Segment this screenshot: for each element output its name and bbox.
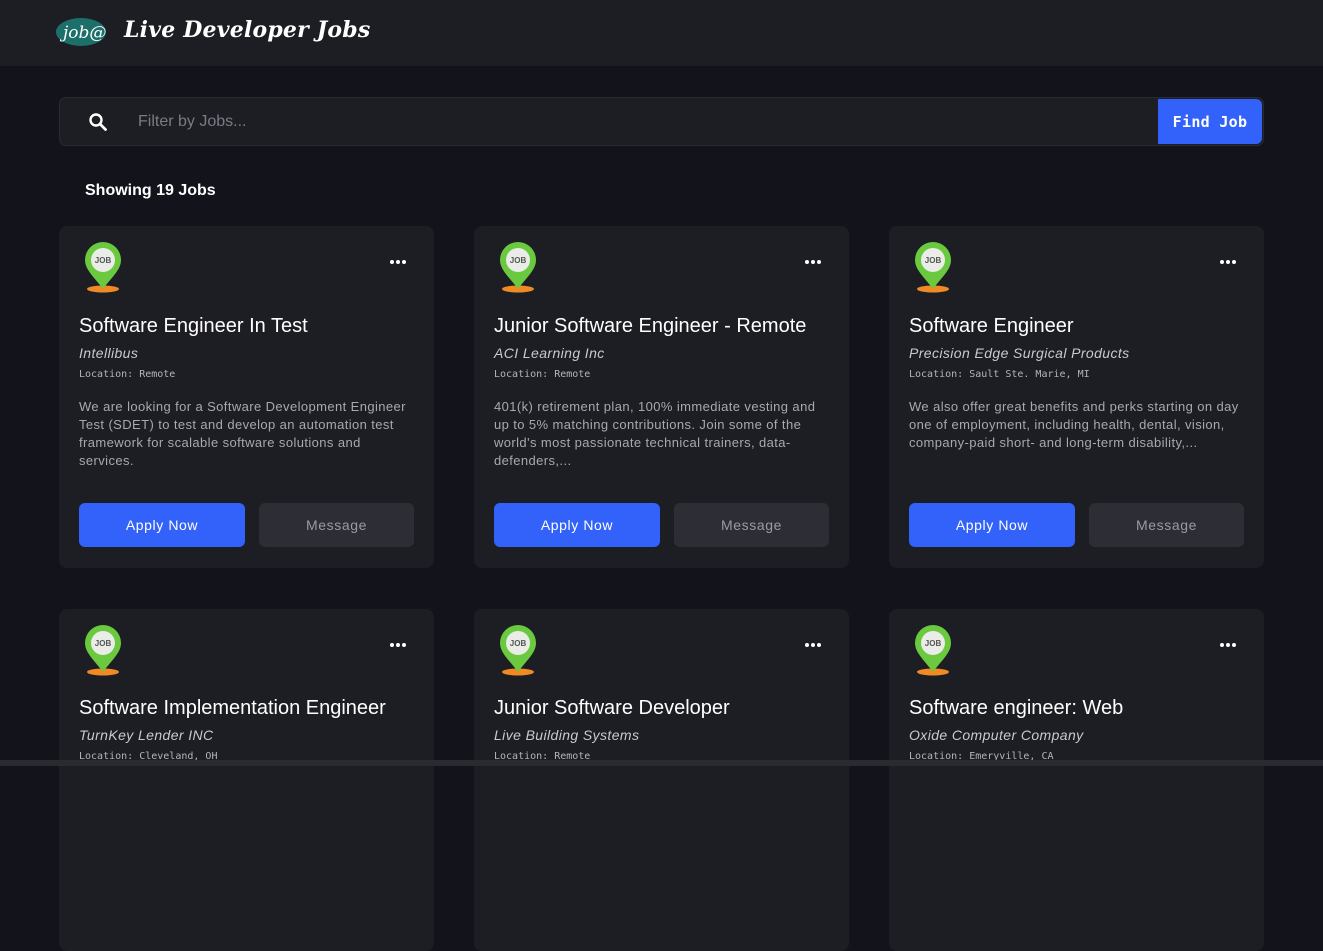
more-options-icon[interactable] — [1220, 260, 1242, 270]
pin-icon-label: JOB — [510, 256, 527, 265]
search-input[interactable] — [126, 106, 1146, 138]
app-title: Live Developer Jobs — [124, 17, 371, 43]
job-pin-icon: JOB — [85, 242, 121, 293]
apply-now-button[interactable]: Apply Now — [494, 503, 660, 547]
pin-icon-label: JOB — [95, 256, 112, 265]
company-name: ACI Learning Inc — [494, 345, 605, 361]
job-card: JOB Software Implementation Engineer Tur… — [59, 609, 434, 951]
job-description: We also offer great benefits and perks s… — [909, 399, 1239, 450]
job-card: JOB Software Engineer Precision Edge Sur… — [889, 226, 1264, 568]
pin-icon-label: JOB — [925, 639, 942, 648]
job-title[interactable]: Software Engineer — [909, 315, 1249, 338]
search-bar: Find Job — [59, 97, 1264, 146]
job-card: JOB Software Engineer In Test Intellibus… — [59, 226, 434, 568]
pin-icon-label: JOB — [925, 256, 942, 265]
job-title[interactable]: Junior Software Developer — [494, 697, 834, 720]
more-options-icon[interactable] — [1220, 643, 1242, 653]
job-pin-icon: JOB — [500, 242, 536, 293]
job-pin-icon: JOB — [915, 625, 951, 676]
company-name: Intellibus — [79, 345, 139, 361]
pin-icon-label: JOB — [95, 639, 112, 648]
job-description: We are looking for a Software Developmen… — [79, 399, 406, 468]
job-title[interactable]: Software engineer: Web — [909, 697, 1249, 720]
company-name: TurnKey Lender INC — [79, 727, 214, 743]
job-location: Location: Remote — [494, 369, 591, 380]
logo-text: job@ — [59, 23, 106, 43]
job-location: Location: Sault Ste. Marie, MI — [909, 369, 1090, 380]
job-title[interactable]: Software Engineer In Test — [79, 315, 419, 338]
message-button[interactable]: Message — [1089, 503, 1244, 547]
job-location: Location: Remote — [79, 369, 176, 380]
search-icon — [89, 113, 107, 131]
company-name: Precision Edge Surgical Products — [909, 345, 1130, 361]
job-card: JOB Junior Software Developer Live Build… — [474, 609, 849, 951]
message-button[interactable]: Message — [259, 503, 414, 547]
job-pin-icon: JOB — [85, 625, 121, 676]
more-options-icon[interactable] — [390, 260, 412, 270]
company-name: Live Building Systems — [494, 727, 640, 743]
job-title[interactable]: Junior Software Engineer - Remote — [494, 315, 834, 338]
job-logo-icon[interactable]: job@ — [55, 15, 113, 47]
find-job-button[interactable]: Find Job — [1158, 99, 1262, 144]
message-button[interactable]: Message — [674, 503, 829, 547]
pin-icon-label: JOB — [510, 639, 527, 648]
apply-now-button[interactable]: Apply Now — [79, 503, 245, 547]
job-pin-icon: JOB — [915, 242, 951, 293]
job-description: 401(k) retirement plan, 100% immediate v… — [494, 399, 816, 468]
job-title[interactable]: Software Implementation Engineer — [79, 697, 419, 720]
horizontal-scrollbar[interactable] — [0, 760, 1323, 766]
more-options-icon[interactable] — [805, 643, 827, 653]
apply-now-button[interactable]: Apply Now — [909, 503, 1075, 547]
job-card: JOB Junior Software Engineer - Remote AC… — [474, 226, 849, 568]
more-options-icon[interactable] — [805, 260, 827, 270]
results-count: Showing 19 Jobs — [85, 182, 216, 199]
job-pin-icon: JOB — [500, 625, 536, 676]
top-navbar: job@ Live Developer Jobs — [0, 0, 1323, 66]
job-card: JOB Software engineer: Web Oxide Compute… — [889, 609, 1264, 951]
more-options-icon[interactable] — [390, 643, 412, 653]
company-name: Oxide Computer Company — [909, 727, 1084, 743]
